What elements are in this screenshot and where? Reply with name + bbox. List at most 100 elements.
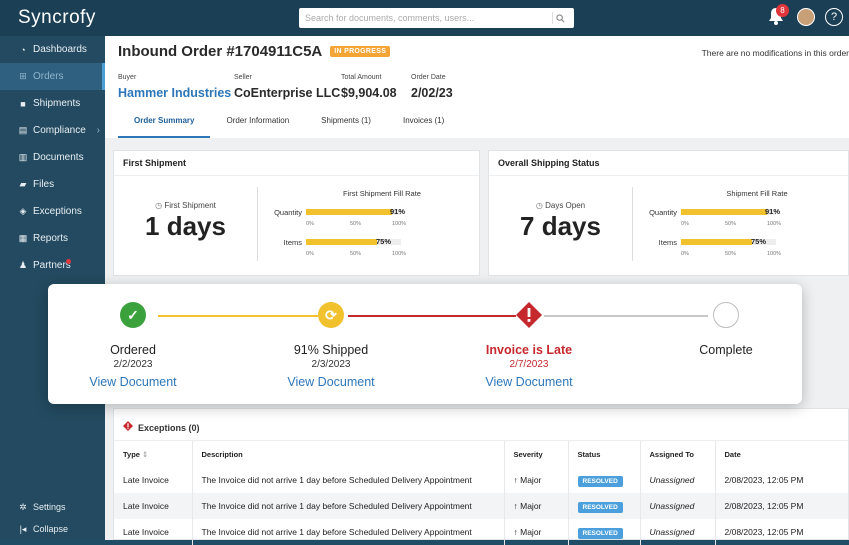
tab-invoices[interactable]: Invoices (1)	[387, 114, 460, 138]
status-badge: RESOLVED	[577, 502, 623, 513]
settings-link[interactable]: ✲ Settings	[0, 496, 105, 518]
quantity-bar-fill	[681, 209, 768, 215]
view-document-link[interactable]: View Document	[38, 375, 228, 389]
divider	[632, 187, 633, 261]
gear-icon: ✲	[19, 501, 27, 512]
seller-value: CoEnterprise LLC	[234, 86, 341, 100]
quantity-bar	[681, 209, 776, 215]
sidebar-item-orders[interactable]: ⊞ Orders	[0, 63, 105, 90]
help-icon[interactable]: ?	[825, 8, 843, 26]
table-row[interactable]: Late Invoice The Invoice did not arrive …	[114, 467, 848, 493]
tick-label: 100%	[392, 221, 407, 227]
sidebar-item-shipments[interactable]: ■ Shipments	[0, 90, 105, 117]
table-row[interactable]: Late Invoice The Invoice did not arrive …	[114, 493, 848, 519]
severity-cell: Major	[520, 501, 542, 511]
exceptions-title: Exceptions (0)	[138, 423, 200, 433]
tab-shipments[interactable]: Shipments (1)	[305, 114, 387, 138]
documents-icon: ▥	[18, 152, 28, 162]
quantity-value: 91%	[390, 207, 406, 216]
tick-label: 50%	[725, 251, 737, 257]
amount-label: Total Amount	[341, 74, 382, 81]
fill-rate-title: First Shipment Fill Rate	[343, 189, 421, 198]
date-cell: 2/08/2023, 12:05 PM	[715, 493, 848, 519]
tab-order-information[interactable]: Order Information	[210, 114, 305, 138]
items-label: Items	[658, 237, 677, 247]
view-document-link[interactable]: View Document	[236, 375, 426, 389]
sidebar-item-files[interactable]: ▰ Files	[0, 171, 105, 198]
sidebar-item-dashboards[interactable]: ◔ Dashboards	[0, 36, 105, 63]
sidebar-item-documents[interactable]: ▥ Documents	[0, 144, 105, 171]
cart-icon: ⊞	[19, 71, 27, 81]
exception-icon: ◈	[19, 206, 27, 216]
tick-label: 100%	[392, 251, 407, 257]
sidebar-item-reports[interactable]: ▦ Reports	[0, 225, 105, 252]
column-header-date: Date	[715, 441, 848, 467]
date-cell: 2/08/2023, 12:05 PM	[724, 475, 804, 485]
sync-icon: ⟳	[318, 302, 344, 328]
items-value: 75%	[376, 237, 392, 246]
exception-diamond-icon	[516, 302, 542, 328]
collapse-icon: |◂	[19, 523, 27, 534]
table-row[interactable]: Late Invoice The Invoice did not arrive …	[114, 519, 848, 545]
quantity-label: Quantity	[649, 207, 677, 217]
search-input[interactable]	[305, 13, 550, 23]
document-icon: ▤	[18, 125, 28, 135]
tick-label: 0%	[681, 251, 689, 257]
checkmark-icon: ✓	[120, 302, 146, 328]
description-cell: The Invoice did not arrive 1 day before …	[192, 493, 505, 519]
assigned-cell[interactable]: Unassigned	[640, 519, 716, 545]
column-header-type[interactable]: Type ⇕	[114, 441, 193, 467]
top-bar: Syncrofy 8 ?	[0, 0, 849, 36]
sidebar-item-partners[interactable]: ♟ Partners	[0, 252, 105, 279]
status-badge: IN PROGRESS	[330, 46, 391, 57]
sidebar-item-label: Exceptions	[33, 206, 82, 217]
order-date-label: Order Date	[411, 74, 446, 81]
exceptions-card: Exceptions (0) Type ⇕ Description Severi…	[113, 408, 849, 545]
sidebar-item-label: Files	[33, 179, 55, 190]
description-cell: The Invoice did not arrive 1 day before …	[192, 519, 505, 545]
search-box[interactable]	[299, 8, 574, 28]
arrow-up-icon: ↑	[513, 475, 518, 485]
partners-alert-dot	[66, 259, 71, 264]
type-cell: Late Invoice	[114, 519, 193, 545]
user-avatar[interactable]	[797, 8, 815, 26]
tab-order-summary[interactable]: Order Summary	[118, 114, 211, 138]
sidebar-item-exceptions[interactable]: ◈ Exceptions	[0, 198, 105, 225]
step-date: 2/3/2023	[311, 359, 351, 370]
step-date: 2/7/2023	[509, 359, 549, 370]
order-date-value: 2/02/23	[411, 86, 453, 100]
chevron-right-icon: ›	[96, 125, 100, 136]
app-logo[interactable]: Syncrofy	[0, 7, 105, 29]
metric-value: 7 days	[520, 211, 601, 241]
step-label: Complete	[699, 343, 753, 357]
empty-circle-icon	[713, 302, 739, 328]
quantity-value: 91%	[765, 207, 781, 216]
sort-icon[interactable]: ⇕	[142, 450, 148, 459]
notifications-bell-icon[interactable]: 8	[767, 4, 789, 28]
view-document-link[interactable]: View Document	[434, 375, 624, 389]
collapse-link[interactable]: |◂ Collapse	[0, 518, 105, 540]
items-bar-fill	[306, 239, 378, 245]
search-icon[interactable]	[552, 12, 568, 24]
table-header-row: Type ⇕ Description Severity Status Assig…	[114, 441, 848, 467]
assigned-cell[interactable]: Unassigned	[640, 467, 716, 493]
order-timeline-card: ✓ Ordered 2/2/2023 View Document ⟳ 91% S…	[48, 284, 802, 404]
tick-label: 100%	[767, 221, 782, 227]
first-shipment-card: First Shipment ◷ First Shipment 1 days F…	[113, 150, 480, 276]
tick-label: 0%	[306, 221, 314, 227]
quantity-bar-fill	[306, 209, 393, 215]
clock-icon: ◷	[155, 201, 163, 210]
arrow-up-icon: ↑	[513, 527, 518, 537]
buyer-link[interactable]: Hammer Industries	[118, 86, 234, 100]
quantity-bar	[306, 209, 401, 215]
items-label: Items	[283, 237, 302, 247]
metric-label: Days Open	[545, 201, 586, 210]
step-date: 2/2/2023	[113, 359, 153, 370]
column-header-status: Status	[568, 441, 641, 467]
order-header: Inbound Order #1704911C5A IN PROGRESS Th…	[105, 36, 849, 138]
speedometer-icon: ◔	[20, 44, 26, 55]
sidebar-item-compliance[interactable]: ▤ Compliance ›	[0, 117, 105, 144]
truck-icon: ■	[20, 98, 26, 109]
timeline-step-shipped: ⟳ 91% Shipped 2/3/2023 View Document	[236, 302, 426, 389]
assigned-cell[interactable]: Unassigned	[640, 493, 716, 519]
